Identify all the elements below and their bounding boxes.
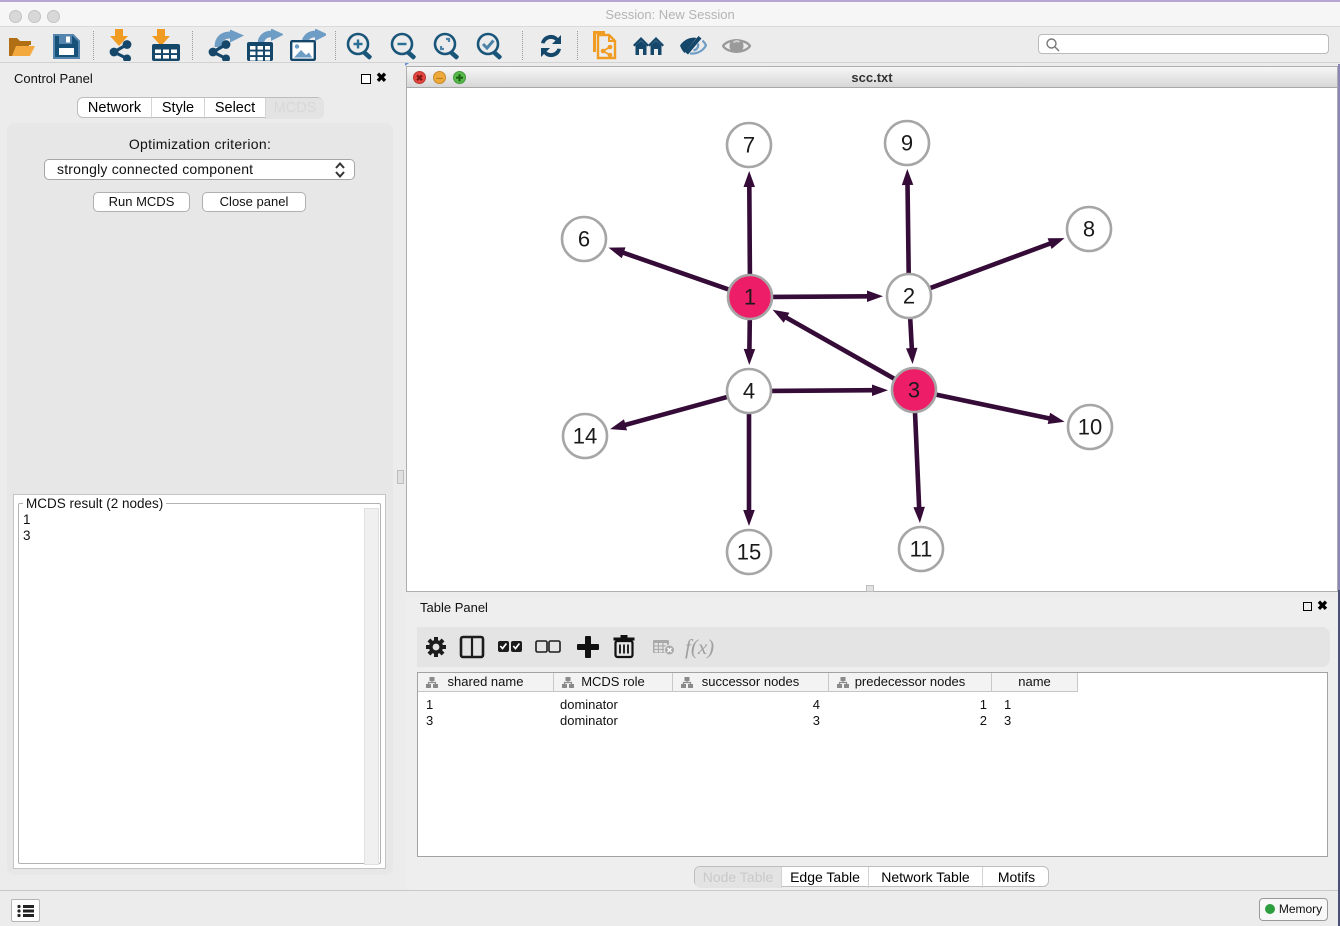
svg-text:11: 11 — [910, 537, 933, 562]
svg-text:4: 4 — [743, 379, 755, 404]
svg-text:3: 3 — [908, 378, 920, 403]
svg-text:f(x): f(x) — [685, 635, 714, 659]
svg-text:14: 14 — [573, 424, 597, 449]
svg-text:8: 8 — [1083, 217, 1095, 242]
svg-text:1: 1 — [744, 285, 756, 310]
svg-text:7: 7 — [743, 133, 755, 158]
svg-text:9: 9 — [901, 131, 913, 156]
svg-text:15: 15 — [737, 540, 761, 565]
svg-text:2: 2 — [903, 284, 915, 309]
svg-text:6: 6 — [578, 227, 590, 252]
svg-text:10: 10 — [1078, 415, 1102, 440]
